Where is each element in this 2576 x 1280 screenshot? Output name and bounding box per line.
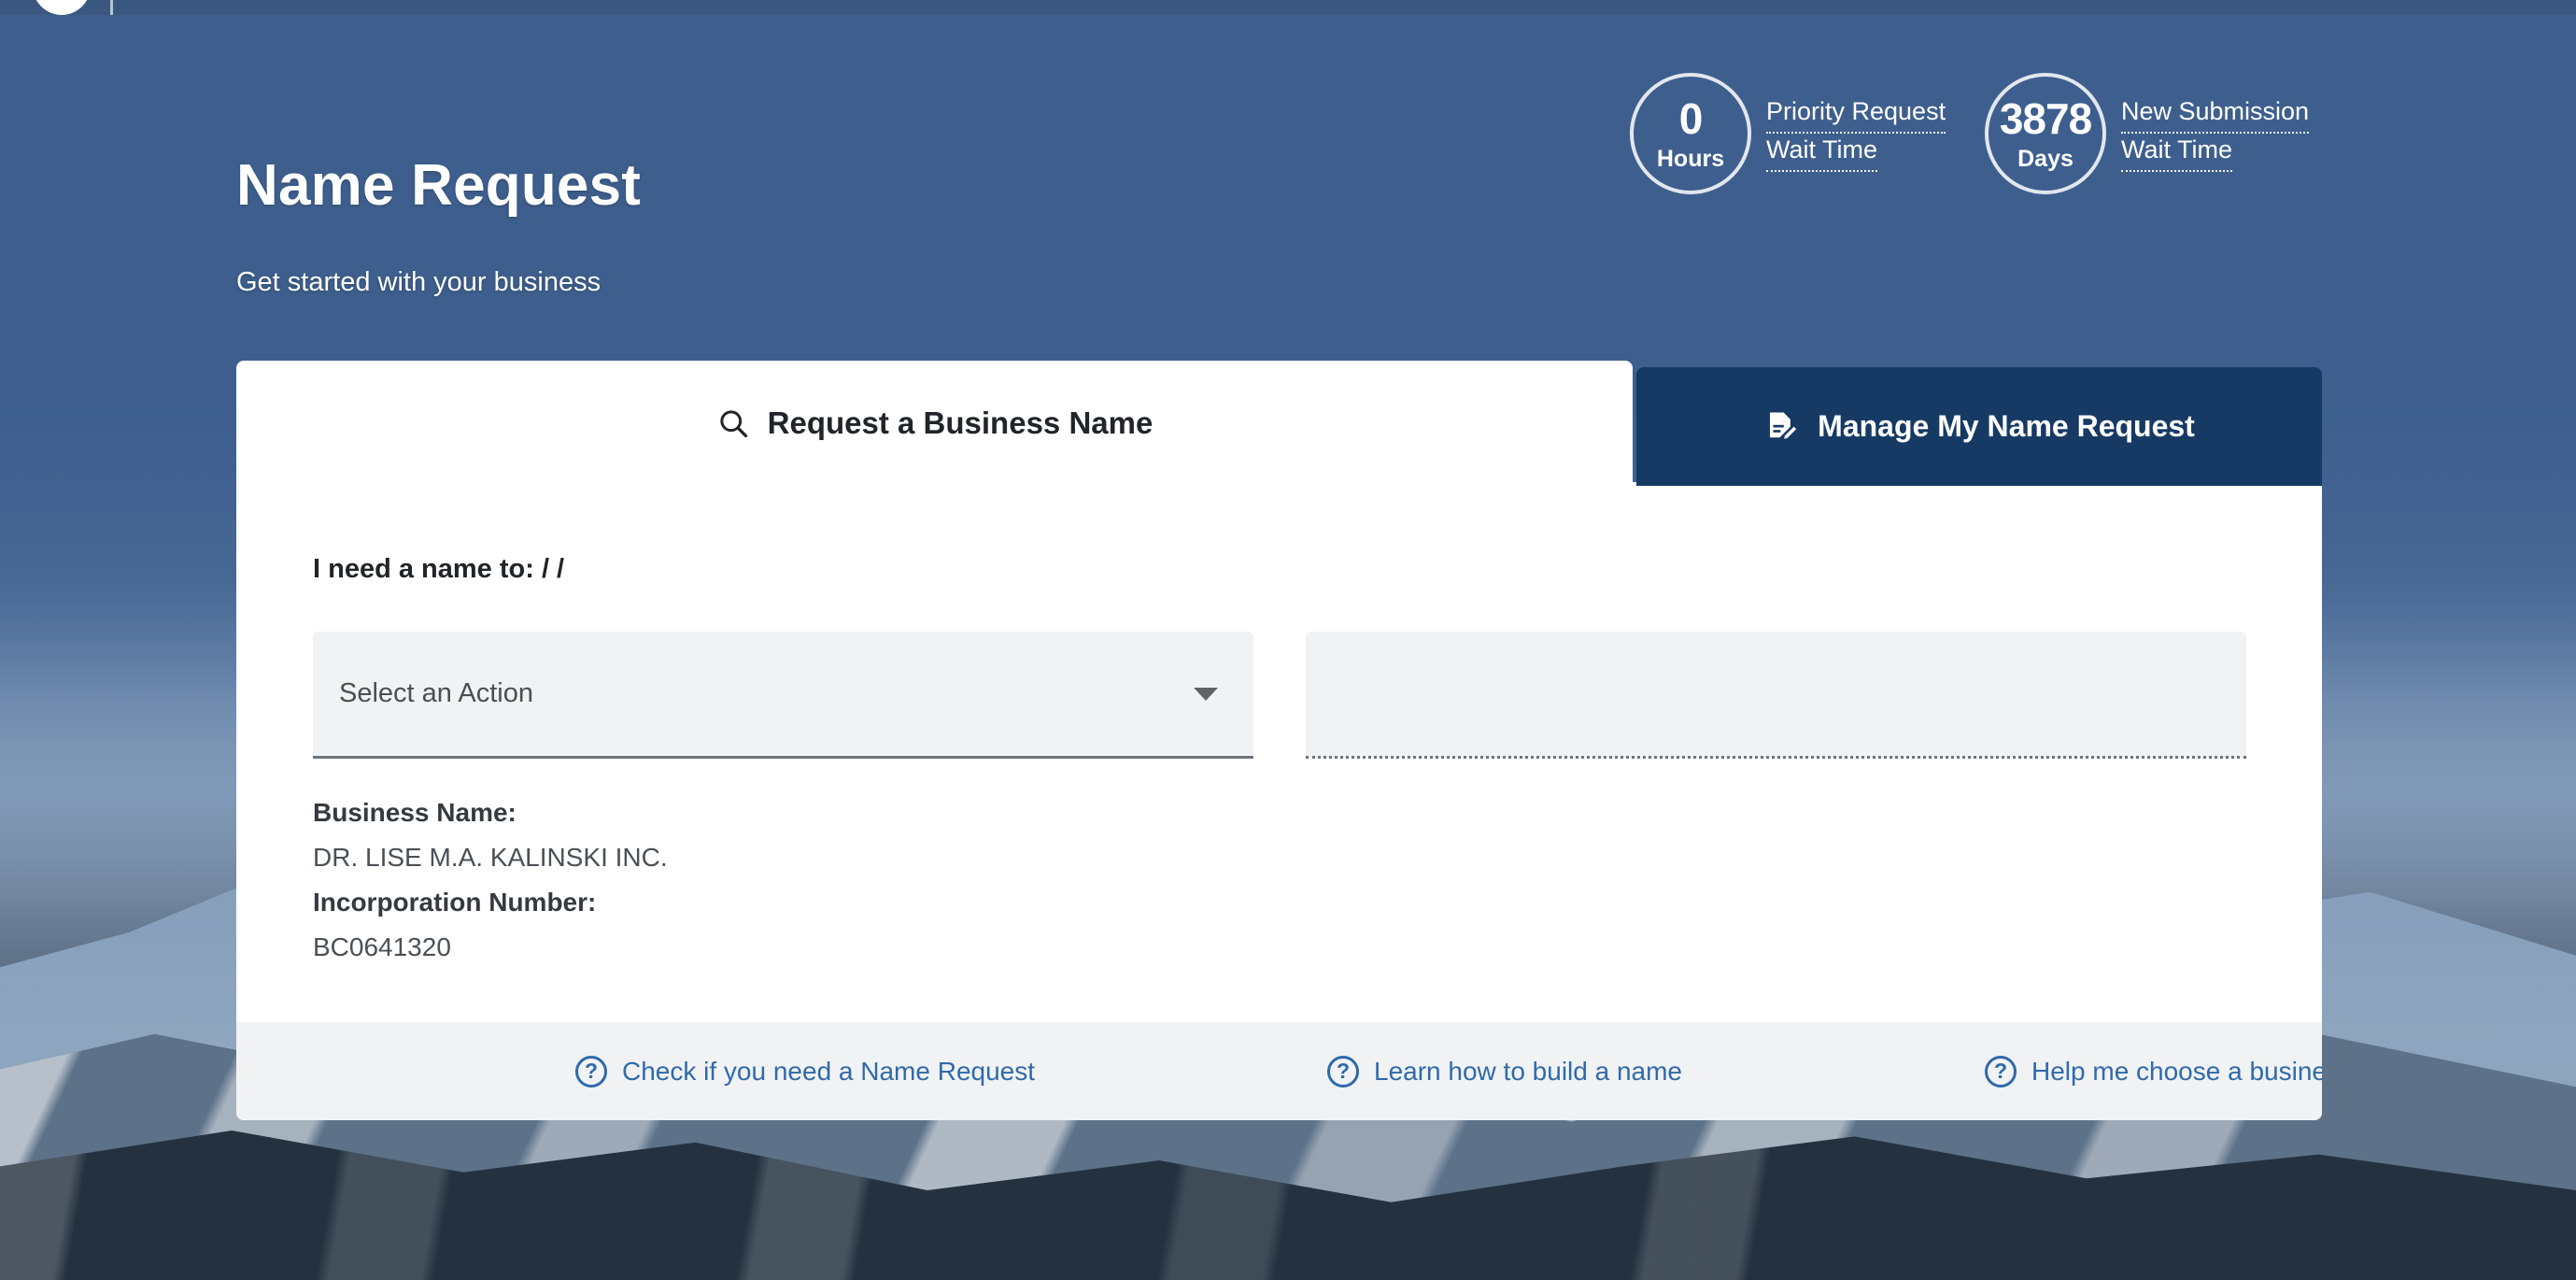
page-subtitle: Get started with your business — [236, 267, 602, 297]
incorporation-number-label: Incorporation Number: — [313, 888, 597, 917]
footer-link-help-label: Help me choose a business type — [2031, 1056, 2322, 1086]
new-submission-wait-value: 3878 — [1999, 93, 2092, 143]
help-circle-icon: ? — [1327, 1055, 1359, 1088]
new-submission-wait-label-line1: New Submission — [2121, 95, 2310, 134]
new-submission-wait-circle: 3878 Days — [1985, 73, 2106, 194]
footer-link-learn-label: Learn how to build a name — [1374, 1056, 1682, 1086]
tab-manage-label: Manage My Name Request — [1818, 409, 2195, 443]
priority-wait-label-line2: Wait Time — [1766, 134, 1878, 172]
search-icon — [720, 410, 747, 438]
business-name-label: Business Name: — [313, 798, 517, 827]
priority-wait-value: 0 — [1678, 93, 1704, 143]
footer-link-learn-how-to-build[interactable]: ? Learn how to build a name — [1327, 1055, 1682, 1088]
new-submission-wait-unit: Days — [2017, 145, 2074, 172]
chevron-down-icon — [1194, 687, 1218, 701]
help-circle-icon: ? — [575, 1055, 607, 1088]
priority-wait-label-line1: Priority Request — [1766, 95, 1946, 134]
name-request-card: I need a name to: / / Select an Action B… — [236, 482, 2322, 1120]
secondary-entity-field[interactable] — [1306, 632, 2246, 759]
document-edit-icon — [1770, 411, 1798, 440]
priority-request-wait-time: 0 Hours Priority Request Wait Time — [1630, 73, 1946, 194]
priority-wait-unit: Hours — [1656, 145, 1725, 172]
tab-manage-my-name-request[interactable]: Manage My Name Request — [1636, 367, 2322, 486]
bc-gov-logo-circle-icon[interactable] — [33, 0, 91, 15]
new-submission-wait-label: New Submission Wait Time — [2121, 95, 2310, 172]
top-navigation-bar — [0, 0, 2576, 15]
tab-request-label: Request a Business Name — [767, 405, 1154, 440]
business-name-value: DR. LISE M.A. KALINSKI INC. — [313, 843, 668, 873]
incorporation-number-value: BC0641320 — [313, 932, 451, 962]
header-divider — [110, 0, 113, 15]
footer-link-check-label: Check if you need a Name Request — [622, 1056, 1036, 1086]
footer-link-help-choose-business-type[interactable]: ? Help me choose a business type — [1985, 1055, 2322, 1088]
card-footer: ? Check if you need a Name Request ? Lea… — [236, 1022, 2322, 1120]
new-submission-wait-label-line2: Wait Time — [2121, 134, 2233, 172]
new-submission-wait-time: 3878 Days New Submission Wait Time — [1985, 73, 2310, 194]
action-field-row: Select an Action — [313, 632, 2246, 759]
need-a-name-label: I need a name to: / / — [313, 554, 565, 584]
footer-link-check-if-you-need[interactable]: ? Check if you need a Name Request — [575, 1055, 1036, 1088]
business-details: Business Name: DR. LISE M.A. KALINSKI IN… — [313, 790, 668, 971]
name-request-page: Name Request Get started with your busin… — [0, 0, 2576, 1280]
help-circle-icon: ? — [1985, 1055, 2017, 1088]
select-an-action-value: Select an Action — [339, 678, 533, 708]
select-an-action-dropdown[interactable]: Select an Action — [313, 632, 1253, 759]
priority-wait-label: Priority Request Wait Time — [1766, 95, 1946, 172]
tab-request-a-business-name[interactable]: Request a Business Name — [236, 361, 1633, 486]
page-title: Name Request — [236, 153, 642, 218]
priority-wait-circle: 0 Hours — [1630, 73, 1751, 194]
card-body: I need a name to: / / Select an Action B… — [236, 482, 2322, 1022]
